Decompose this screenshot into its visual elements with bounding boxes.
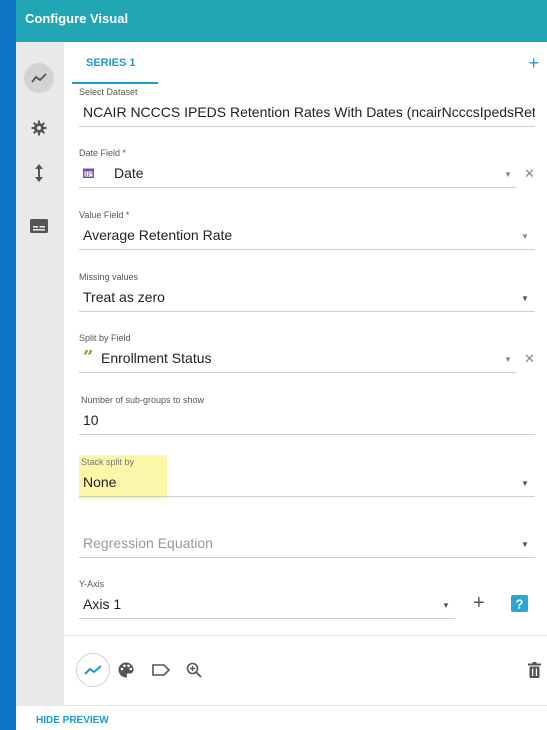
svg-text:?: ? [516,597,524,612]
line-chart-icon [84,665,102,675]
split-by-label: Split by Field [79,333,131,343]
help-icon[interactable]: ? [511,595,528,612]
chevron-down-icon: ▼ [521,232,529,241]
chevron-down-icon: ▼ [504,170,512,179]
missing-values-label: Missing values [79,272,139,282]
dataset-label: Select Dataset [79,87,138,97]
line-chart-button[interactable] [76,653,110,687]
add-series-button[interactable]: + [528,53,539,74]
value-field-select[interactable]: Value Field * Average Retention Rate ▼ [79,210,535,250]
date-field-select[interactable]: Date Field * Date ▼ ✕ [79,148,535,188]
chevron-down-icon: ▼ [442,601,450,610]
zoom-button[interactable] [184,660,204,680]
value-field-underline [79,249,535,250]
chevron-down-icon: ▼ [521,294,529,303]
delete-series-button[interactable] [524,660,544,680]
missing-values-value: Treat as zero [83,289,165,305]
value-field-value: Average Retention Rate [83,227,233,243]
configure-panel: SERIES 1 + Select Dataset NCAIR NCCCS IP… [64,42,547,730]
hide-preview-bar: HIDE PREVIEW [16,705,547,730]
regression-underline [79,557,535,558]
calendar-icon [83,168,94,178]
tab-series-1[interactable]: SERIES 1 [72,42,158,86]
series-tab-bar: SERIES 1 + [64,42,547,86]
date-field-value: Date [114,165,144,181]
configure-visual-header: Configure Visual [16,0,547,42]
palette-button[interactable] [116,660,136,680]
sidebar [16,42,64,730]
vertical-arrows-icon [35,164,43,182]
value-field-label: Value Field * [79,210,130,220]
stack-split-select[interactable]: Stack split by None ▼ [79,455,535,499]
tab-label: SERIES 1 [86,57,136,69]
header-title: Configure Visual [25,11,129,26]
split-by-field-select[interactable]: Split by Field ” Enrollment Status ▼ ✕ [79,333,535,373]
subgroups-value: 10 [83,412,99,428]
active-tab-indicator [72,82,158,84]
line-chart-icon [31,73,47,83]
y-axis-label: Y-Axis [79,579,105,589]
regression-equation-select[interactable]: Regression Equation ▼ [79,518,535,558]
stack-split-value: None [83,474,117,490]
sidebar-item-axes[interactable] [24,158,54,188]
sidebar-item-settings[interactable] [24,113,54,143]
trash-icon [527,662,541,678]
label-icon [152,664,170,676]
dataset-value: NCAIR NCCCS IPEDS Retention Rates With D… [83,104,535,120]
visual-toolbar [64,635,547,705]
dataset-select[interactable]: Select Dataset NCAIR NCCCS IPEDS Retenti… [79,87,535,127]
dataset-underline [79,126,535,127]
clear-date-field-icon[interactable]: ✕ [524,166,535,182]
missing-values-underline [79,311,535,312]
sidebar-item-series[interactable] [24,63,54,93]
clear-split-by-icon[interactable]: ✕ [524,351,535,367]
subgroups-input[interactable]: Number of sub-groups to show 10 [79,395,535,435]
chevron-down-icon: ▼ [521,540,529,549]
split-by-underline [79,372,516,373]
subtitles-icon [30,219,48,233]
stack-split-underline [79,496,535,497]
subgroups-label: Number of sub-groups to show [81,395,205,405]
date-field-underline [79,187,516,188]
y-axis-value: Axis 1 [83,596,122,612]
stack-split-label: Stack split by [81,457,135,467]
split-by-value: Enrollment Status [101,350,212,366]
y-axis-underline [79,618,455,619]
quote-icon: ” [83,347,94,368]
add-axis-button[interactable]: + [473,592,485,615]
chevron-down-icon: ▼ [521,479,529,488]
subgroups-underline [79,434,535,435]
missing-values-select[interactable]: Missing values Treat as zero ▼ [79,272,535,312]
sidebar-item-subtitles[interactable] [24,211,54,241]
label-button[interactable] [151,660,171,680]
date-field-label: Date Field * [79,148,127,158]
hide-preview-button[interactable]: HIDE PREVIEW [36,715,109,726]
regression-placeholder: Regression Equation [83,535,213,551]
palette-icon [118,662,134,678]
chevron-down-icon: ▼ [504,355,512,364]
zoom-in-icon [186,662,202,678]
y-axis-select[interactable]: Y-Axis Axis 1 ▼ + ? [79,579,535,619]
gear-icon [31,120,47,136]
window-frame [0,0,16,730]
